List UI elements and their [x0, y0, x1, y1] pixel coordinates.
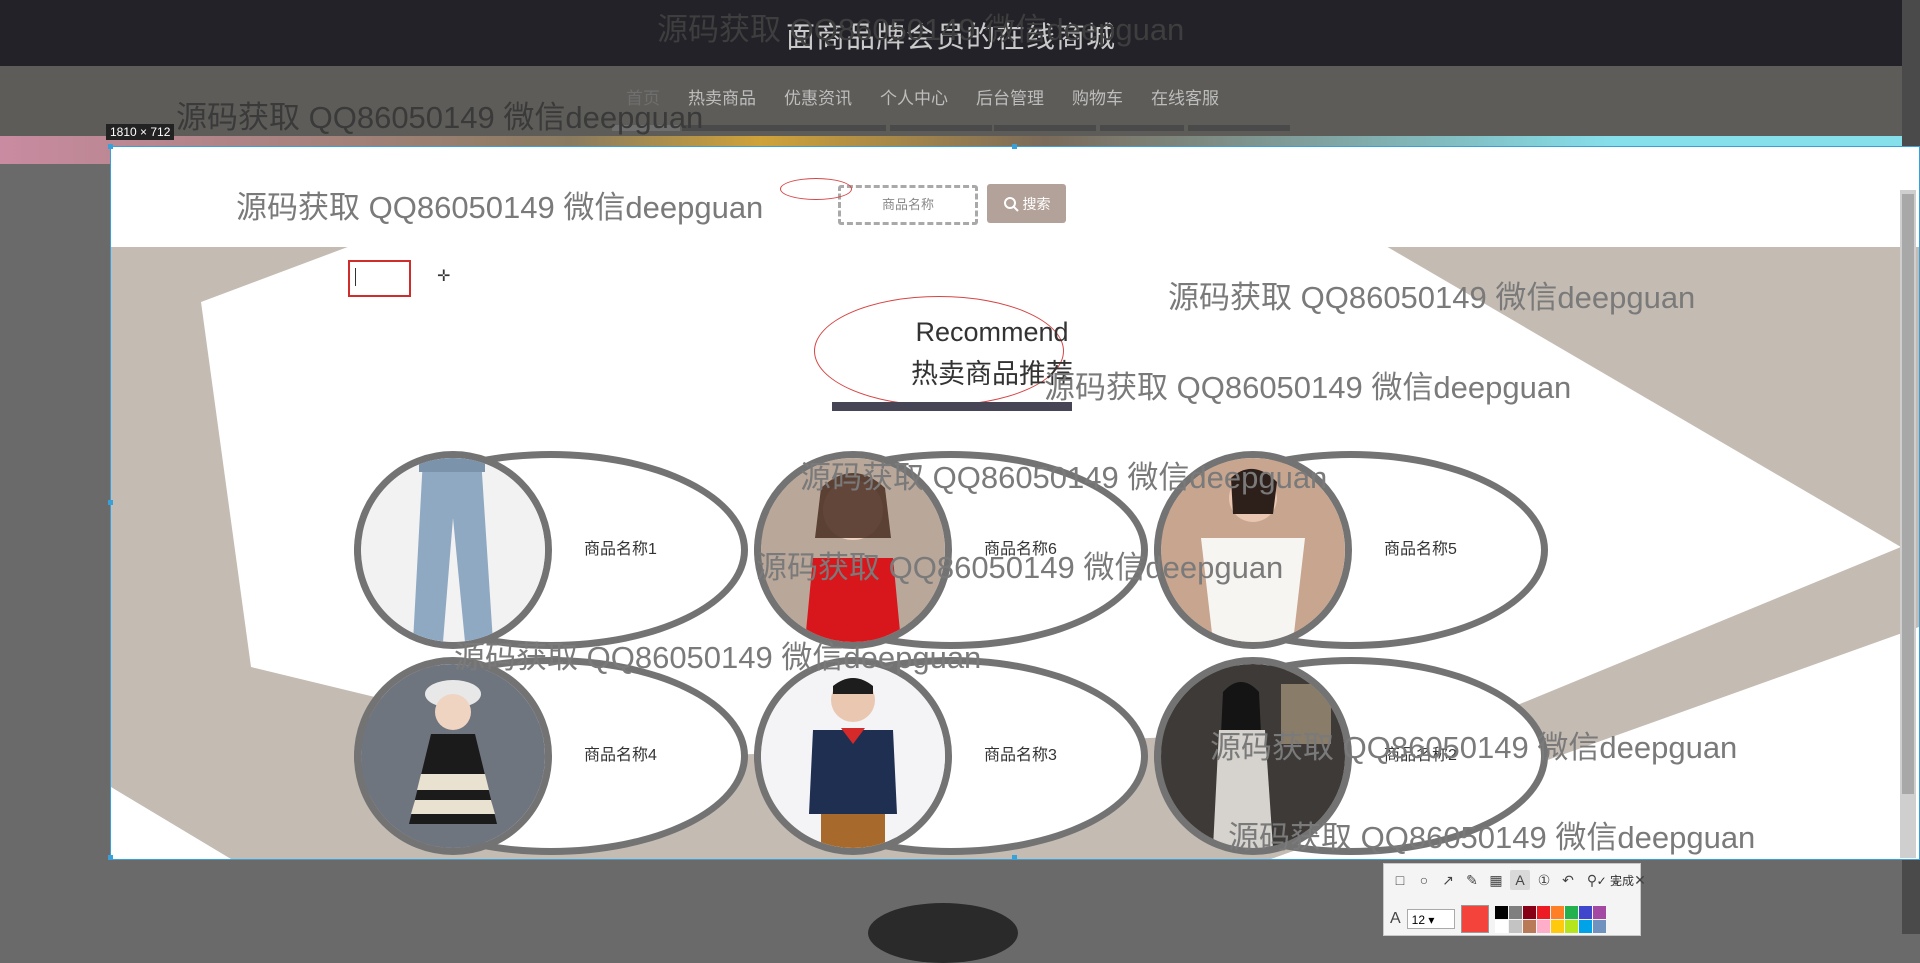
product-image[interactable]: [754, 451, 952, 649]
color-swatch[interactable]: [1592, 919, 1606, 933]
color-swatch[interactable]: [1522, 905, 1536, 919]
product-image[interactable]: [1154, 657, 1352, 855]
site-title: 面商品牌会员的在线商城: [785, 22, 1116, 54]
text-annotation-box[interactable]: [348, 260, 411, 297]
annotation-toolbar: □ ○ ↗ ✎ ▦ A ① ↶ ⚲ ⤓ ✕ ✓ 完成 A 12 ▾: [1383, 863, 1646, 936]
color-swatch[interactable]: [1494, 919, 1508, 933]
product-name[interactable]: 商品名称4: [584, 741, 657, 765]
nav-active-underline: [612, 125, 680, 131]
nav-support[interactable]: 在线客服: [1139, 80, 1231, 113]
text-caret: [355, 268, 356, 286]
color-swatch[interactable]: [1536, 919, 1550, 933]
girl-dress-photo: [361, 664, 545, 848]
color-swatch[interactable]: [1508, 905, 1522, 919]
font-icon: A: [1390, 910, 1401, 927]
product-name[interactable]: 商品名称5: [1384, 535, 1457, 559]
current-color-swatch[interactable]: [1460, 905, 1489, 933]
color-swatch[interactable]: [1536, 905, 1550, 919]
product-image[interactable]: [354, 657, 552, 855]
product-card[interactable]: 商品名称5: [1154, 451, 1548, 649]
nav-underline: [1100, 125, 1184, 131]
resize-handle[interactable]: [1012, 144, 1017, 149]
product-image[interactable]: [354, 451, 552, 649]
product-image[interactable]: [1154, 451, 1352, 649]
nav-profile[interactable]: 个人中心: [868, 80, 960, 113]
color-swatch[interactable]: [1508, 919, 1522, 933]
color-swatch[interactable]: [1564, 919, 1578, 933]
color-swatch[interactable]: [1578, 905, 1592, 919]
pen-tool-icon[interactable]: ✎: [1462, 870, 1482, 890]
product-image[interactable]: [754, 657, 952, 855]
mosaic-tool-icon[interactable]: ▦: [1486, 870, 1506, 890]
color-swatch[interactable]: [1578, 919, 1592, 933]
font-size-value: 12: [1411, 913, 1426, 927]
product-name[interactable]: 商品名称2: [1384, 741, 1457, 765]
resize-handle[interactable]: [108, 144, 113, 149]
resize-handle[interactable]: [108, 500, 113, 505]
product-card[interactable]: 商品名称4: [354, 657, 748, 855]
jeans-photo: [361, 458, 545, 642]
done-label: 完成: [1609, 874, 1634, 888]
ellipse-tool-icon[interactable]: ○: [1414, 870, 1434, 890]
crosshair-cursor-icon: ✛: [437, 268, 451, 285]
nav-hot-products[interactable]: 热卖商品: [676, 80, 768, 113]
undo-icon[interactable]: ↶: [1558, 870, 1578, 890]
product-card[interactable]: 商品名称3: [754, 657, 1148, 855]
main-nav: 首页 热卖商品 优惠资讯 个人中心 后台管理 购物车 在线客服: [614, 80, 1235, 113]
search-button[interactable]: 搜索: [987, 184, 1066, 223]
color-swatch[interactable]: [1494, 905, 1508, 919]
ellipse-annotation[interactable]: [780, 178, 852, 200]
footer-shape: [868, 903, 1018, 963]
white-tee-photo: [1161, 458, 1345, 642]
nav-deals[interactable]: 优惠资讯: [772, 80, 864, 113]
section-title-underline: [832, 402, 1072, 411]
rectangle-tool-icon[interactable]: □: [1390, 870, 1410, 890]
text-tool-icon[interactable]: A: [1510, 870, 1530, 890]
color-swatch[interactable]: [1550, 905, 1564, 919]
nav-underline: [994, 125, 1096, 131]
capture-size-label: 1810 × 712: [106, 124, 175, 140]
number-tool-icon[interactable]: ①: [1534, 870, 1554, 890]
nav-underline: [1188, 125, 1290, 131]
content-scrollbar-thumb[interactable]: [1902, 194, 1914, 794]
section-title-en: Recommend: [915, 317, 1069, 347]
color-swatch[interactable]: [1564, 905, 1578, 919]
nav-underline: [682, 125, 886, 131]
product-name[interactable]: 商品名称3: [984, 741, 1057, 765]
boy-polo-photo: [761, 664, 945, 848]
resize-handle[interactable]: [108, 855, 113, 860]
nav-underline: [890, 125, 992, 131]
text-options-row: A 12 ▾: [1390, 905, 1606, 933]
search-icon: [1003, 196, 1019, 212]
search-input[interactable]: 商品名称: [838, 185, 978, 225]
woman-coat-photo: [1161, 664, 1345, 848]
product-card[interactable]: 商品名称2: [1154, 657, 1548, 855]
color-swatch[interactable]: [1592, 905, 1606, 919]
red-top-photo: [761, 458, 945, 642]
arrow-tool-icon[interactable]: ↗: [1438, 870, 1458, 890]
nav-admin[interactable]: 后台管理: [964, 80, 1056, 113]
product-card[interactable]: 商品名称1: [354, 451, 748, 649]
search-button-label: 搜索: [1022, 195, 1051, 212]
color-swatch[interactable]: [1550, 919, 1564, 933]
product-name[interactable]: 商品名称1: [584, 535, 657, 559]
nav-cart[interactable]: 购物车: [1060, 80, 1135, 113]
product-card[interactable]: 商品名称6: [754, 451, 1148, 649]
color-swatch[interactable]: [1522, 919, 1536, 933]
nav-home[interactable]: 首页: [614, 80, 672, 113]
color-palette: [1494, 905, 1606, 933]
font-size-select[interactable]: 12 ▾: [1406, 909, 1455, 929]
resize-handle[interactable]: [1012, 855, 1017, 860]
done-button[interactable]: ✓ 完成: [1597, 872, 1634, 889]
product-name[interactable]: 商品名称6: [984, 535, 1057, 559]
section-title-cn: 热卖商品推荐: [911, 359, 1073, 389]
